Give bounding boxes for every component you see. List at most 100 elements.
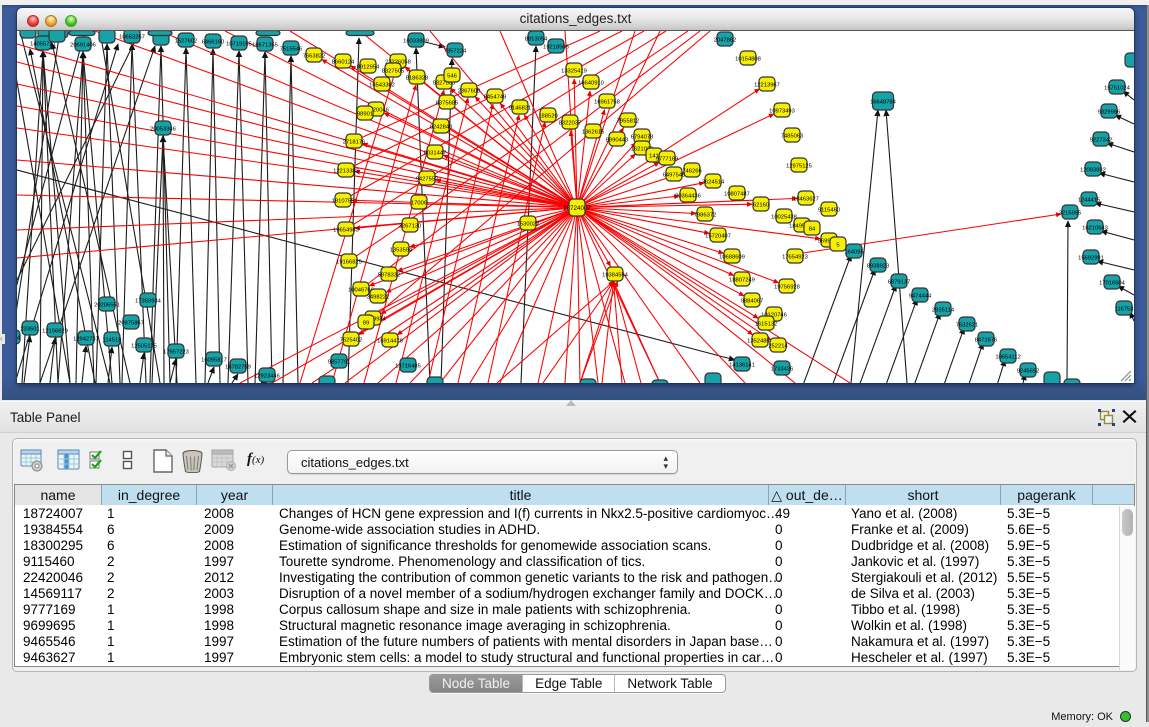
- svg-text:2047862: 2047862: [714, 38, 737, 44]
- svg-text:1353594: 1353594: [390, 248, 413, 254]
- svg-text:3624514: 3624514: [702, 180, 725, 186]
- svg-text:188520: 188520: [538, 114, 557, 120]
- svg-text:19654983: 19654983: [333, 228, 359, 234]
- svg-text:164095: 164095: [844, 250, 863, 256]
- svg-text:12942737: 12942737: [73, 337, 99, 343]
- svg-text:2718176: 2718176: [343, 140, 366, 146]
- svg-text:8186328: 8186328: [406, 76, 429, 82]
- svg-text:20975867: 20975867: [118, 321, 144, 327]
- svg-text:15692991: 15692991: [1078, 256, 1104, 262]
- svg-text:16961758: 16961758: [594, 100, 620, 106]
- svg-text:16095817: 16095817: [201, 358, 227, 364]
- svg-text:12975125: 12975125: [786, 164, 812, 170]
- svg-text:8471676: 8471676: [975, 338, 998, 344]
- svg-text:5878332: 5878332: [378, 273, 401, 279]
- svg-text:20364436: 20364436: [675, 194, 701, 200]
- svg-text:10719155: 10719155: [226, 42, 252, 48]
- svg-text:9146821: 9146821: [509, 106, 532, 112]
- svg-text:20053346: 20053346: [150, 127, 176, 133]
- svg-text:7625402: 7625402: [340, 338, 363, 344]
- svg-text:17654923: 17654923: [782, 255, 808, 261]
- svg-text:19384554: 19384554: [602, 273, 629, 279]
- svg-text:16543362: 16543362: [369, 83, 395, 89]
- svg-text:15751024: 15751024: [1104, 86, 1131, 92]
- svg-text:19218506: 19218506: [543, 45, 569, 51]
- svg-text:62160: 62160: [753, 203, 769, 209]
- svg-text:12213383: 12213383: [333, 169, 359, 175]
- svg-text:16640910: 16640910: [578, 81, 604, 87]
- svg-text:16671355: 16671355: [252, 43, 278, 49]
- svg-text:9115460: 9115460: [818, 208, 840, 214]
- svg-text:546: 546: [447, 74, 457, 80]
- svg-text:17957223: 17957223: [163, 350, 189, 356]
- svg-text:12213967: 12213967: [754, 83, 780, 89]
- svg-text:8327505: 8327505: [382, 69, 405, 75]
- svg-text:8375685: 8375685: [436, 101, 459, 107]
- svg-text:9242848: 9242848: [430, 125, 453, 131]
- svg-text:6466160: 6466160: [202, 40, 225, 46]
- svg-text:6879137: 6879137: [888, 280, 911, 286]
- svg-text:5: 5: [836, 243, 839, 249]
- svg-text:16648784: 16648784: [870, 100, 897, 106]
- svg-text:12156829: 12156829: [42, 329, 68, 335]
- svg-text:84: 84: [809, 227, 816, 233]
- svg-text:10025438: 10025438: [771, 215, 797, 221]
- svg-text:10807487: 10807487: [724, 192, 750, 198]
- svg-text:17016504: 17016504: [1099, 281, 1126, 287]
- svg-text:20206551: 20206551: [94, 303, 120, 309]
- svg-text:16782759: 16782759: [225, 365, 251, 371]
- svg-text:2935114: 2935114: [932, 308, 955, 314]
- svg-text:16914479: 16914479: [377, 339, 403, 345]
- svg-text:17359934: 17359934: [135, 299, 162, 305]
- svg-text:12923446: 12923446: [254, 374, 280, 380]
- svg-text:116753: 116753: [1115, 307, 1134, 313]
- svg-text:9777169: 9777169: [656, 157, 679, 163]
- svg-text:3215955: 3215955: [1059, 211, 1082, 217]
- svg-text:7515546: 7515546: [280, 47, 303, 53]
- svg-text:10654112: 10654112: [995, 355, 1020, 361]
- svg-text:12505135: 12505135: [131, 344, 157, 350]
- svg-text:233501: 233501: [20, 327, 39, 333]
- svg-text:9884067: 9884067: [741, 299, 764, 305]
- svg-text:15720407: 15720407: [705, 234, 731, 240]
- svg-text:10154808: 10154808: [735, 57, 761, 63]
- svg-text:18724007: 18724007: [563, 205, 591, 212]
- svg-text:3267130: 3267130: [399, 224, 422, 230]
- svg-text:9227342: 9227342: [1090, 138, 1113, 144]
- svg-text:10973493: 10973493: [769, 109, 795, 115]
- svg-text:7357224: 7357224: [444, 49, 467, 55]
- svg-text:114519: 114519: [103, 338, 122, 344]
- svg-text:8938923: 8938923: [867, 264, 890, 270]
- svg-text:9245652: 9245652: [1017, 369, 1040, 375]
- svg-text:7986372: 7986372: [694, 213, 717, 219]
- svg-text:17006: 17006: [411, 201, 427, 207]
- svg-text:8813054: 8813054: [525, 37, 548, 43]
- svg-text:18807249: 18807249: [729, 278, 755, 284]
- svg-text:14136141: 14136141: [729, 363, 755, 369]
- svg-text:1362615: 1362615: [582, 130, 605, 136]
- svg-text:89: 89: [363, 321, 369, 327]
- svg-text:9857791: 9857791: [328, 360, 351, 366]
- svg-text:9474444: 9474444: [909, 294, 932, 300]
- svg-text:7663822: 7663822: [303, 54, 326, 60]
- svg-text:12093832: 12093832: [1080, 168, 1106, 174]
- svg-text:20691406: 20691406: [70, 43, 96, 49]
- svg-text:6497548: 6497548: [663, 173, 686, 179]
- svg-text:13716485: 13716485: [395, 364, 421, 370]
- svg-text:9329966: 9329966: [1098, 110, 1121, 116]
- svg-text:1615132: 1615132: [755, 322, 778, 328]
- svg-text:6794078: 6794078: [631, 135, 654, 141]
- svg-text:252214: 252214: [768, 344, 788, 350]
- svg-text:1733426: 1733426: [771, 367, 794, 373]
- svg-text:1530022: 1530022: [517, 222, 540, 228]
- svg-text:8660124: 8660124: [332, 60, 355, 66]
- svg-text:16033809: 16033809: [403, 39, 429, 45]
- svg-text:98901: 98901: [357, 112, 373, 118]
- svg-text:13325419: 13325419: [561, 69, 587, 75]
- svg-text:7485063: 7485063: [781, 134, 804, 140]
- svg-text:8322037: 8322037: [559, 121, 582, 127]
- svg-text:8990443: 8990443: [606, 138, 629, 144]
- svg-text:19756928: 19756928: [774, 285, 800, 291]
- svg-text:2367608: 2367608: [458, 89, 481, 95]
- svg-text:1244415: 1244415: [1078, 198, 1101, 204]
